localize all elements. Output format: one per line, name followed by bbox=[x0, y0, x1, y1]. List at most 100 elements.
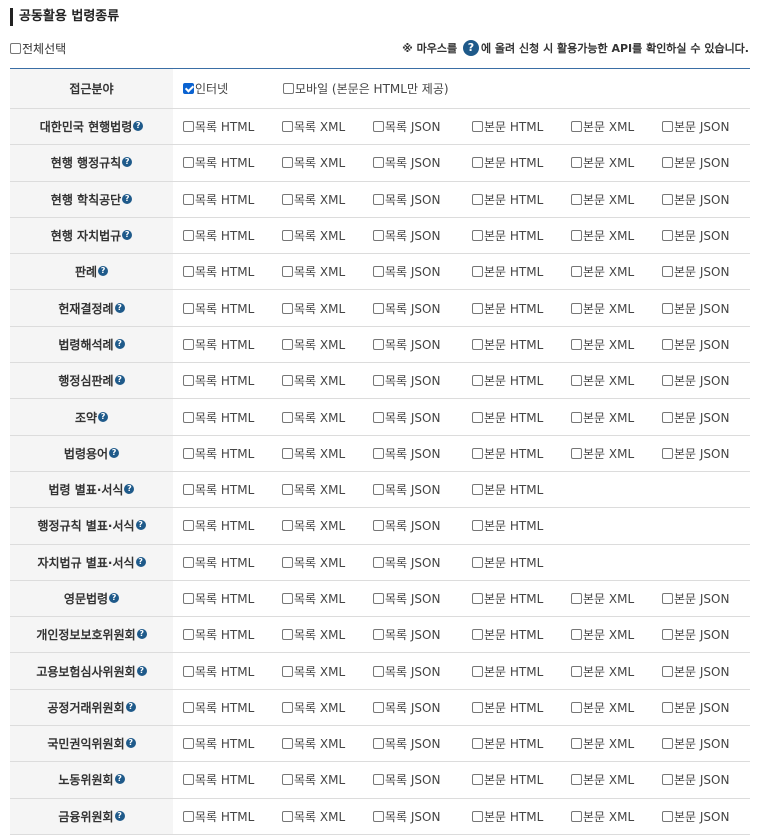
option-box[interactable] bbox=[373, 266, 384, 278]
option-checkbox[interactable]: 목록 XML bbox=[282, 617, 345, 652]
option-box[interactable] bbox=[472, 411, 483, 423]
option-checkbox[interactable]: 목록 XML bbox=[282, 399, 345, 434]
option-checkbox[interactable]: 목록 JSON bbox=[373, 726, 440, 761]
option-checkbox[interactable]: 본문 HTML bbox=[472, 182, 543, 217]
option-box[interactable] bbox=[183, 556, 194, 568]
option-box[interactable] bbox=[571, 411, 582, 423]
option-checkbox[interactable]: 목록 HTML bbox=[183, 799, 254, 834]
option-box[interactable] bbox=[472, 810, 483, 822]
option-checkbox[interactable]: 본문 HTML bbox=[472, 290, 543, 325]
option-checkbox[interactable]: 본문 JSON bbox=[662, 726, 729, 761]
option-box[interactable] bbox=[373, 484, 384, 496]
option-checkbox[interactable]: 본문 JSON bbox=[662, 363, 729, 398]
option-checkbox[interactable]: 본문 HTML bbox=[472, 508, 543, 543]
access-mobile-checkbox[interactable]: 모바일 (본문은 HTML만 제공) bbox=[283, 69, 449, 108]
option-checkbox[interactable]: 목록 XML bbox=[282, 545, 345, 580]
option-box[interactable] bbox=[282, 738, 293, 750]
option-box[interactable] bbox=[571, 338, 582, 350]
option-checkbox[interactable]: 본문 JSON bbox=[662, 581, 729, 616]
option-checkbox[interactable]: 본문 XML bbox=[571, 581, 634, 616]
option-box[interactable] bbox=[662, 774, 673, 786]
option-box[interactable] bbox=[472, 738, 483, 750]
option-box[interactable] bbox=[183, 701, 194, 713]
option-checkbox[interactable]: 목록 XML bbox=[282, 363, 345, 398]
option-box[interactable] bbox=[472, 593, 483, 604]
option-checkbox[interactable]: 목록 XML bbox=[282, 472, 345, 507]
option-checkbox[interactable]: 본문 XML bbox=[571, 363, 634, 398]
option-checkbox[interactable]: 본문 XML bbox=[571, 290, 634, 325]
option-box[interactable] bbox=[571, 121, 582, 133]
help-icon[interactable]: ? bbox=[125, 738, 136, 749]
option-checkbox[interactable]: 목록 JSON bbox=[373, 218, 440, 253]
help-icon[interactable]: ? bbox=[98, 266, 109, 277]
option-box[interactable] bbox=[373, 157, 384, 169]
option-box[interactable] bbox=[662, 193, 673, 205]
help-icon[interactable]: ? bbox=[124, 484, 135, 495]
option-checkbox[interactable]: 본문 JSON bbox=[662, 436, 729, 471]
option-checkbox[interactable]: 본문 JSON bbox=[662, 327, 729, 362]
option-box[interactable] bbox=[373, 629, 384, 641]
option-box[interactable] bbox=[282, 157, 293, 169]
option-box[interactable] bbox=[571, 629, 582, 641]
option-box[interactable] bbox=[282, 230, 293, 242]
option-checkbox[interactable]: 목록 HTML bbox=[183, 327, 254, 362]
option-box[interactable] bbox=[373, 447, 384, 459]
option-box[interactable] bbox=[183, 230, 194, 242]
option-box[interactable] bbox=[373, 810, 384, 822]
option-checkbox[interactable]: 목록 HTML bbox=[183, 399, 254, 434]
option-checkbox[interactable]: 목록 JSON bbox=[373, 290, 440, 325]
option-checkbox[interactable]: 목록 JSON bbox=[373, 327, 440, 362]
option-checkbox[interactable]: 목록 XML bbox=[282, 182, 345, 217]
option-checkbox[interactable]: 본문 HTML bbox=[472, 109, 543, 144]
option-checkbox[interactable]: 본문 JSON bbox=[662, 799, 729, 834]
option-box[interactable] bbox=[472, 520, 483, 532]
option-checkbox[interactable]: 본문 XML bbox=[571, 327, 634, 362]
option-checkbox[interactable]: 목록 JSON bbox=[373, 436, 440, 471]
option-checkbox[interactable]: 목록 HTML bbox=[183, 653, 254, 688]
option-box[interactable] bbox=[472, 266, 483, 278]
option-checkbox[interactable]: 목록 JSON bbox=[373, 399, 440, 434]
help-icon[interactable]: ? bbox=[136, 665, 147, 676]
option-box[interactable] bbox=[282, 338, 293, 350]
option-checkbox[interactable]: 본문 XML bbox=[571, 145, 634, 180]
internet-box[interactable] bbox=[183, 83, 194, 94]
option-box[interactable] bbox=[183, 375, 194, 387]
option-checkbox[interactable]: 본문 JSON bbox=[662, 145, 729, 180]
option-box[interactable] bbox=[373, 121, 384, 133]
option-checkbox[interactable]: 본문 HTML bbox=[472, 726, 543, 761]
option-box[interactable] bbox=[183, 447, 194, 459]
option-box[interactable] bbox=[472, 447, 483, 459]
option-box[interactable] bbox=[183, 411, 194, 423]
option-box[interactable] bbox=[662, 810, 673, 822]
option-box[interactable] bbox=[282, 629, 293, 641]
option-box[interactable] bbox=[282, 193, 293, 205]
option-box[interactable] bbox=[282, 121, 293, 133]
help-icon[interactable]: ? bbox=[114, 302, 125, 313]
select-all-box[interactable] bbox=[10, 42, 21, 54]
option-checkbox[interactable]: 목록 XML bbox=[282, 145, 345, 180]
option-checkbox[interactable]: 본문 HTML bbox=[472, 617, 543, 652]
option-checkbox[interactable]: 목록 JSON bbox=[373, 762, 440, 797]
option-checkbox[interactable]: 목록 XML bbox=[282, 436, 345, 471]
option-checkbox[interactable]: 목록 JSON bbox=[373, 690, 440, 725]
option-box[interactable] bbox=[183, 810, 194, 822]
option-box[interactable] bbox=[472, 665, 483, 677]
option-box[interactable] bbox=[662, 302, 673, 314]
option-checkbox[interactable]: 목록 HTML bbox=[183, 218, 254, 253]
option-box[interactable] bbox=[571, 774, 582, 786]
option-checkbox[interactable]: 본문 XML bbox=[571, 799, 634, 834]
option-box[interactable] bbox=[282, 774, 293, 786]
option-box[interactable] bbox=[571, 593, 582, 604]
option-checkbox[interactable]: 목록 HTML bbox=[183, 508, 254, 543]
option-checkbox[interactable]: 본문 HTML bbox=[472, 690, 543, 725]
option-checkbox[interactable]: 목록 JSON bbox=[373, 617, 440, 652]
option-box[interactable] bbox=[282, 701, 293, 713]
option-box[interactable] bbox=[571, 375, 582, 387]
option-box[interactable] bbox=[282, 302, 293, 314]
option-box[interactable] bbox=[662, 375, 673, 387]
option-box[interactable] bbox=[472, 193, 483, 205]
option-box[interactable] bbox=[373, 520, 384, 532]
option-checkbox[interactable]: 본문 XML bbox=[571, 726, 634, 761]
option-box[interactable] bbox=[282, 665, 293, 677]
option-checkbox[interactable]: 목록 HTML bbox=[183, 363, 254, 398]
